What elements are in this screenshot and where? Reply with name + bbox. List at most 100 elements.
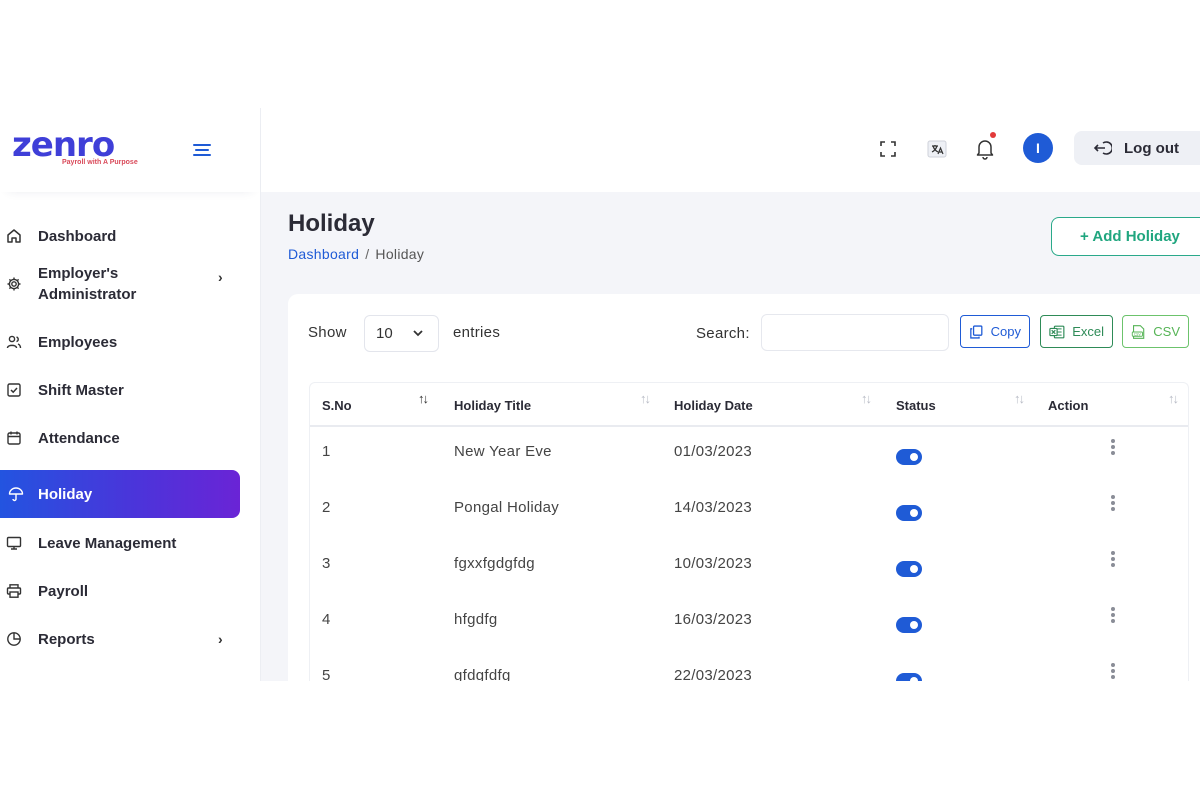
table-row: 3 fgxxfgdgfdg 10/03/2023 xyxy=(310,541,1188,597)
copy-button[interactable]: Copy xyxy=(960,315,1030,348)
brand-name: zenro xyxy=(12,125,115,165)
column-header-holiday-date[interactable]: Holiday Date xyxy=(674,383,753,427)
cell-holiday-title: New Year Eve xyxy=(454,443,552,460)
row-actions-icon[interactable] xyxy=(1110,607,1116,625)
sidebar-item-leave-management[interactable]: Leave Management xyxy=(0,519,240,567)
cell-holiday-date: 22/03/2023 xyxy=(674,667,753,681)
add-holiday-button[interactable]: + Add Holiday xyxy=(1051,217,1200,256)
status-toggle[interactable] xyxy=(896,505,922,521)
logout-button[interactable]: Log out xyxy=(1074,131,1200,165)
avatar[interactable]: I xyxy=(1023,133,1053,163)
sidebar-item-label: Reports xyxy=(38,630,95,648)
svg-text:CSV: CSV xyxy=(1134,332,1142,336)
sort-icon[interactable]: ↑↓ xyxy=(640,391,651,406)
menu-toggle-icon[interactable] xyxy=(193,142,211,158)
status-toggle[interactable] xyxy=(896,449,922,465)
sidebar-item-attendance[interactable]: Attendance xyxy=(0,414,240,462)
search-input[interactable] xyxy=(761,314,949,351)
cell-holiday-date: 01/03/2023 xyxy=(674,443,753,460)
csv-icon: CSV xyxy=(1131,324,1145,339)
page-title: Holiday xyxy=(288,210,375,237)
row-actions-icon[interactable] xyxy=(1110,439,1116,457)
sidebar-item-label: Holiday xyxy=(38,485,93,503)
breadcrumb-current: Holiday xyxy=(375,246,425,262)
sidebar-item-employers-administrator[interactable]: Employer's Administrator › xyxy=(0,256,240,312)
chevron-down-icon xyxy=(413,330,423,337)
status-toggle[interactable] xyxy=(896,673,922,681)
sidebar-item-label: Dashboard xyxy=(38,227,117,245)
bell-icon[interactable] xyxy=(974,132,996,160)
excel-button[interactable]: Excel xyxy=(1040,315,1113,348)
column-header-sno[interactable]: S.No xyxy=(322,383,352,427)
cell-holiday-date: 16/03/2023 xyxy=(674,611,753,628)
status-toggle[interactable] xyxy=(896,617,922,633)
cell-holiday-title: fgxxfgdgfdg xyxy=(454,555,535,572)
sidebar-item-employees[interactable]: Employees xyxy=(0,318,240,366)
column-header-action[interactable]: Action xyxy=(1048,383,1088,427)
sidebar: zenro Payroll with A Purpose Dashboard E… xyxy=(0,108,261,681)
excel-icon xyxy=(1049,325,1065,338)
page-length-value: 10 xyxy=(376,325,393,342)
sidebar-item-label: Employees xyxy=(38,333,118,351)
sidebar-item-reports[interactable]: Reports › xyxy=(0,615,240,663)
row-actions-icon[interactable] xyxy=(1110,663,1116,681)
row-actions-icon[interactable] xyxy=(1110,495,1116,513)
table-row: 4 hfgdfg 16/03/2023 xyxy=(310,597,1188,653)
entries-label: entries xyxy=(453,324,501,341)
chevron-right-icon: › xyxy=(218,631,223,647)
cell-sno: 1 xyxy=(322,443,331,460)
chevron-right-icon: › xyxy=(218,269,223,285)
calendar-icon xyxy=(7,431,21,445)
table-row: 5 gfdgfdfg 22/03/2023 xyxy=(310,653,1188,681)
page-length-select[interactable]: 10 xyxy=(364,315,439,352)
cell-holiday-title: Pongal Holiday xyxy=(454,499,560,516)
breadcrumb: Dashboard / Holiday xyxy=(288,246,424,262)
printer-icon xyxy=(6,584,22,598)
sidebar-item-dashboard[interactable]: Dashboard xyxy=(0,212,240,260)
cell-holiday-date: 10/03/2023 xyxy=(674,555,753,572)
row-actions-icon[interactable] xyxy=(1110,551,1116,569)
sort-icon[interactable]: ↑↓ xyxy=(1168,391,1179,406)
sort-icon[interactable]: ↑↓ xyxy=(861,391,872,406)
cell-holiday-title: hfgdfg xyxy=(454,611,498,628)
excel-label: Excel xyxy=(1072,324,1104,339)
column-header-status[interactable]: Status xyxy=(896,383,936,427)
home-icon xyxy=(7,229,21,243)
sort-icon[interactable]: ↑↓ xyxy=(418,391,429,406)
cell-sno: 2 xyxy=(322,499,331,516)
cell-holiday-title: gfdgfdfg xyxy=(454,667,511,681)
fullscreen-icon[interactable] xyxy=(877,138,899,160)
cell-sno: 3 xyxy=(322,555,331,572)
sidebar-item-label: Shift Master xyxy=(38,381,124,399)
users-icon xyxy=(6,335,22,349)
table-row: 1 New Year Eve 01/03/2023 xyxy=(310,429,1188,485)
logout-icon xyxy=(1093,141,1112,155)
holiday-table-card: Show 10 entries Search: Copy Excel CSV C… xyxy=(288,294,1200,681)
column-header-holiday-title[interactable]: Holiday Title xyxy=(454,383,531,427)
sidebar-item-shift-master[interactable]: Shift Master xyxy=(0,366,240,414)
breadcrumb-separator: / xyxy=(365,246,370,262)
translate-icon[interactable] xyxy=(926,138,948,160)
logout-label: Log out xyxy=(1124,139,1179,157)
logo-area: zenro Payroll with A Purpose xyxy=(0,108,260,192)
sidebar-item-label: Employer's Administrator xyxy=(38,265,137,303)
sidebar-item-payroll[interactable]: Payroll xyxy=(0,567,240,615)
gear-icon xyxy=(7,277,21,291)
search-label: Search: xyxy=(696,325,750,342)
csv-button[interactable]: CSV CSV xyxy=(1122,315,1189,348)
cell-sno: 4 xyxy=(322,611,331,628)
sidebar-item-holiday[interactable]: Holiday xyxy=(0,470,240,518)
cell-holiday-date: 14/03/2023 xyxy=(674,499,753,516)
breadcrumb-link-dashboard[interactable]: Dashboard xyxy=(288,246,359,262)
sort-icon[interactable]: ↑↓ xyxy=(1014,391,1025,406)
holiday-table: S.No ↑↓ Holiday Title ↑↓ Holiday Date ↑↓… xyxy=(309,382,1189,681)
sidebar-item-label: Attendance xyxy=(38,429,120,447)
table-header: S.No ↑↓ Holiday Title ↑↓ Holiday Date ↑↓… xyxy=(310,383,1188,427)
status-toggle[interactable] xyxy=(896,561,922,577)
notification-dot xyxy=(990,132,996,138)
show-label: Show xyxy=(308,324,347,341)
umbrella-icon xyxy=(8,487,24,502)
brand-logo[interactable]: zenro Payroll with A Purpose xyxy=(12,128,142,172)
topbar: I Log out xyxy=(261,108,1200,192)
copy-label: Copy xyxy=(990,324,1021,339)
